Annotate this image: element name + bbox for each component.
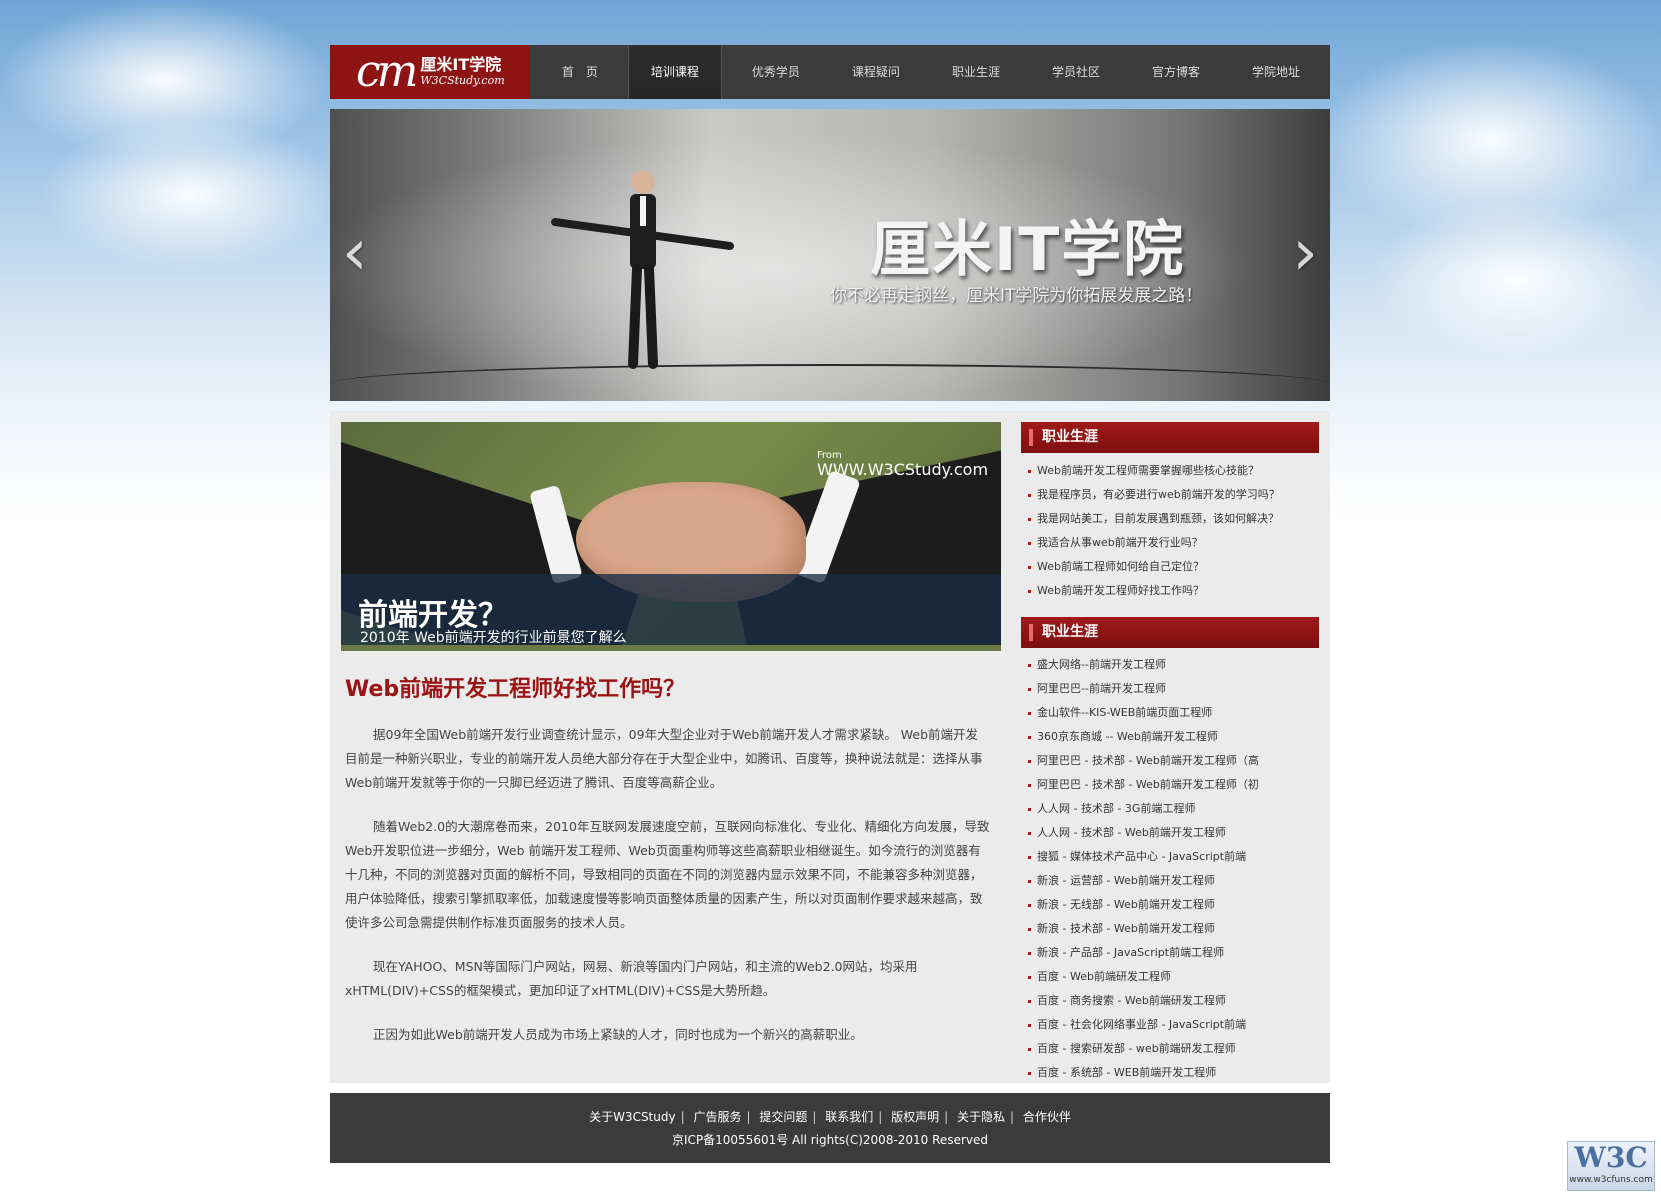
page-container: cm 厘米IT学院 W3CStudy.com 首 页 培训课程 优秀学员 课程疑… — [330, 45, 1330, 1163]
sidebar-section-title: 职业生涯 — [1021, 422, 1319, 453]
footer-link-partners[interactable]: 合作伙伴 — [1023, 1110, 1071, 1124]
logo-name: 厘米IT学院 — [420, 55, 502, 75]
footer-link-contact[interactable]: 联系我们 — [825, 1110, 873, 1124]
main-nav: 首 页 培训课程 优秀学员 课程疑问 职业生涯 学员社区 官方博客 学院地址 — [530, 45, 1330, 99]
nav-item-home[interactable]: 首 页 — [540, 45, 620, 99]
banner-subtitle: 你不必再走钢丝，厘米IT学院为你拓展发展之路！ — [830, 286, 1203, 306]
badge-logo: W3C — [1574, 1141, 1648, 1174]
list-item[interactable]: 人人网 - 技术部 - Web前端开发工程师 — [1021, 821, 1319, 845]
list-item[interactable]: 百度 - Web前端研发工程师 — [1021, 965, 1319, 989]
footer-separator: | — [878, 1110, 883, 1124]
cloud-decoration — [40, 120, 340, 270]
footer-bar: 关于W3CStudy | 广告服务 | 提交问题 | 联系我们 | 版权声明 | 关于隐私… — [330, 1093, 1330, 1163]
nav-item-address[interactable]: 学院地址 — [1230, 45, 1322, 99]
list-item[interactable]: 百度 - 搜索研发部 - web前端研发工程师 — [1021, 1037, 1319, 1061]
footer-link-submit[interactable]: 提交问题 — [759, 1110, 807, 1124]
logo-text: 厘米IT学院 W3CStudy.com — [420, 56, 504, 87]
list-item[interactable]: 新浪 - 产品部 - JavaScript前端工程师 — [1021, 941, 1319, 965]
list-item[interactable]: 新浪 - 运营部 - Web前端开发工程师 — [1021, 869, 1319, 893]
tightrope-line — [330, 364, 1330, 401]
article-paragraph: 据09年全国Web前端开发行业调查统计显示，09年大型企业对于Web前端开发人才… — [345, 727, 983, 790]
list-item[interactable]: 我是网站美工，目前发展遇到瓶颈，该如何解决？ — [1021, 507, 1319, 531]
footer-link-copyright[interactable]: 版权声明 — [891, 1110, 939, 1124]
footer-separator: | — [1010, 1110, 1015, 1124]
list-item[interactable]: Web前端工程师如何给自己定位？ — [1021, 555, 1319, 579]
list-item[interactable]: 我是程序员，有必要进行web前端开发的学习吗？ — [1021, 483, 1319, 507]
nav-item-blog[interactable]: 官方博客 — [1130, 45, 1222, 99]
list-item[interactable]: 新浪 - 技术部 - Web前端开发工程师 — [1021, 917, 1319, 941]
footer-icp: 京ICP备10055601号 All rights(C)2008-2010 Re… — [671, 1133, 988, 1147]
list-item[interactable]: 金山软件--KIS-WEB前端页面工程师 — [1021, 701, 1319, 725]
feature-site-label: WWW.W3CStudy.com — [817, 460, 989, 479]
footer-separator: | — [746, 1110, 751, 1124]
sidebar-section-title: 职业生涯 — [1021, 617, 1319, 648]
article-paragraph: 现在YAHOO、MSN等国际门户网站，网易、新浪等国内门户网站，和主流的Web2… — [345, 959, 918, 998]
footer-link-privacy[interactable]: 关于隐私 — [957, 1110, 1005, 1124]
list-item[interactable]: 阿里巴巴--前端开发工程师 — [1021, 677, 1319, 701]
w3cfuns-badge[interactable]: W3C www.w3cfuns.com — [1567, 1141, 1655, 1191]
cloud-decoration — [1370, 200, 1661, 360]
chevron-left-icon[interactable]: ‹ — [342, 221, 368, 285]
nav-item-career[interactable]: 职业生涯 — [930, 45, 1022, 99]
banner-title: 厘米IT学院 — [870, 215, 1186, 285]
list-item[interactable]: 百度 - 商务搜索 - Web前端研发工程师 — [1021, 989, 1319, 1013]
list-item[interactable]: 百度 - 社会化网络事业部 - JavaScript前端 — [1021, 1013, 1319, 1037]
list-item[interactable]: 百度 - 系统部 - WEB前端开发工程师 — [1021, 1061, 1319, 1085]
badge-url: www.w3cfuns.com — [1569, 1175, 1653, 1185]
list-item[interactable]: 阿里巴巴 - 技术部 - Web前端开发工程师（高 — [1021, 749, 1319, 773]
feature-image[interactable]: From WWW.W3CStudy.com 前端开发？ 2010年 Web前端开… — [341, 422, 1001, 651]
footer-separator: | — [944, 1110, 949, 1124]
list-item[interactable]: 360京东商城 -- Web前端开发工程师 — [1021, 725, 1319, 749]
footer-link-ads[interactable]: 广告服务 — [693, 1110, 741, 1124]
list-item[interactable]: 搜狐 - 媒体技术产品中心 - JavaScript前端 — [1021, 845, 1319, 869]
nav-item-students[interactable]: 优秀学员 — [730, 45, 822, 99]
sidebar: 职业生涯 Web前端开发工程师需要掌握哪些核心技能？ 我是程序员，有必要进行we… — [1021, 422, 1319, 1085]
career-question-list: Web前端开发工程师需要掌握哪些核心技能？ 我是程序员，有必要进行web前端开发… — [1021, 459, 1319, 603]
list-item[interactable]: 盛大网络--前端开发工程师 — [1021, 653, 1319, 677]
footer-links: 关于W3CStudy | 广告服务 | 提交问题 | 联系我们 | 版权声明 | 关于隐私… — [330, 1108, 1330, 1125]
content-area: From WWW.W3CStudy.com 前端开发？ 2010年 Web前端开… — [330, 411, 1330, 1083]
chevron-right-icon[interactable]: › — [1292, 221, 1318, 285]
feature-subtitle: 2010年 Web前端开发的行业前景您了解么 — [360, 630, 627, 646]
job-listing-list: 盛大网络--前端开发工程师 阿里巴巴--前端开发工程师 金山软件--KIS-WE… — [1021, 653, 1319, 1085]
nav-item-community[interactable]: 学员社区 — [1030, 45, 1122, 99]
list-item[interactable]: Web前端开发工程师需要掌握哪些核心技能？ — [1021, 459, 1319, 483]
list-item[interactable]: 我适合从事web前端开发行业吗？ — [1021, 531, 1319, 555]
list-item[interactable]: 新浪 - 无线部 - Web前端开发工程师 — [1021, 893, 1319, 917]
footer-link-about[interactable]: 关于W3CStudy — [589, 1110, 676, 1124]
list-item[interactable]: 阿里巴巴 - 技术部 - Web前端开发工程师（初 — [1021, 773, 1319, 797]
nav-item-questions[interactable]: 课程疑问 — [830, 45, 922, 99]
list-item[interactable]: Web前端开发工程师好找工作吗？ — [1021, 579, 1319, 603]
tightrope-walker-illustration — [551, 170, 734, 369]
article-paragraph: 正因为如此Web前端开发人员成为市场上紧缺的人才，同时也成为一个新兴的高薪职业。 — [373, 1027, 863, 1042]
header-bar: cm 厘米IT学院 W3CStudy.com 首 页 培训课程 优秀学员 课程疑… — [330, 45, 1330, 99]
logo-mark: cm — [356, 46, 418, 97]
footer-separator: | — [680, 1110, 685, 1124]
logo-site: W3CStudy.com — [420, 73, 505, 87]
main-column: From WWW.W3CStudy.com 前端开发？ 2010年 Web前端开… — [341, 422, 1001, 1047]
footer-separator: | — [812, 1110, 817, 1124]
article-title: Web前端开发工程师好找工作吗？ — [345, 677, 686, 702]
article-paragraph: 随着Web2.0的大潮席卷而来，2010年互联网发展速度空前，互联网向标准化、专… — [345, 819, 990, 930]
nav-item-courses[interactable]: 培训课程 — [627, 45, 722, 99]
hero-banner: 厘米IT学院 你不必再走钢丝，厘米IT学院为你拓展发展之路！ ‹ › — [330, 109, 1330, 401]
site-logo[interactable]: cm 厘米IT学院 W3CStudy.com — [330, 45, 530, 99]
list-item[interactable]: 人人网 - 技术部 - 3G前端工程师 — [1021, 797, 1319, 821]
